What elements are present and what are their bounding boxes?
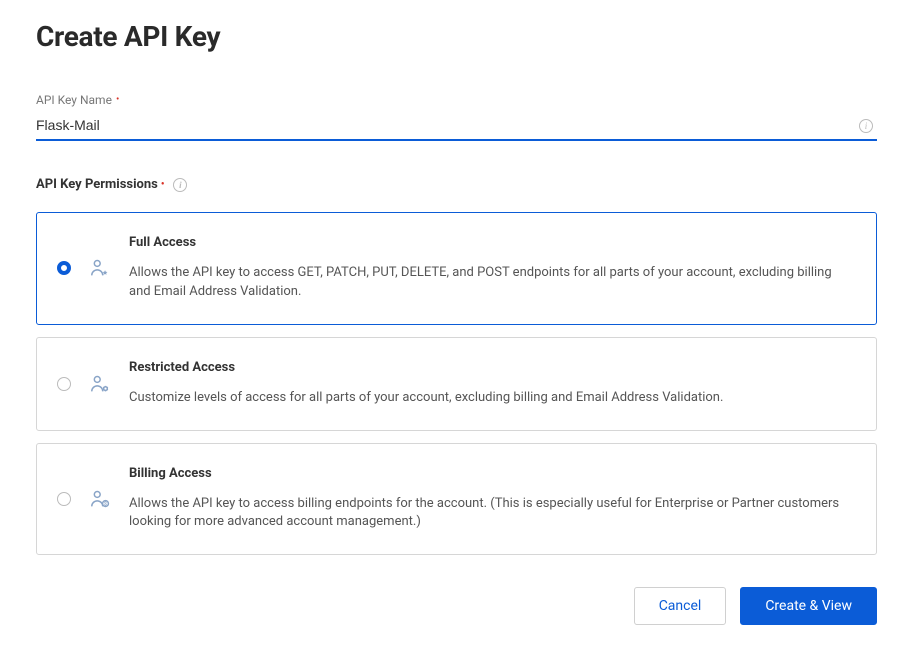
permissions-label-text: API Key Permissions xyxy=(36,177,158,192)
user-dollar-icon: $ xyxy=(89,488,111,510)
api-key-name-label-text: API Key Name xyxy=(36,93,112,107)
user-star-icon xyxy=(89,257,111,279)
permissions-label: API Key Permissions• i xyxy=(36,177,877,192)
option-full-access-title: Full Access xyxy=(129,235,852,250)
option-billing-access[interactable]: $ Billing Access Allows the API key to a… xyxy=(36,443,877,556)
radio-billing-access[interactable] xyxy=(57,492,71,506)
page-title: Create API Key xyxy=(36,20,877,53)
user-gear-icon xyxy=(89,373,111,395)
required-indicator-icon: • xyxy=(116,95,119,105)
api-key-name-input[interactable] xyxy=(36,111,877,141)
required-indicator-icon: • xyxy=(161,180,165,190)
option-billing-access-content: Billing Access Allows the API key to acc… xyxy=(129,466,852,533)
api-key-name-field: API Key Name • i xyxy=(36,93,877,141)
option-full-access[interactable]: Full Access Allows the API key to access… xyxy=(36,212,877,325)
info-icon[interactable]: i xyxy=(859,119,873,133)
footer-actions: Cancel Create & View xyxy=(36,587,877,625)
svg-text:$: $ xyxy=(104,500,107,507)
option-restricted-access-desc: Customize levels of access for all parts… xyxy=(129,389,852,408)
api-key-name-input-wrapper: i xyxy=(36,111,877,141)
option-restricted-access-content: Restricted Access Customize levels of ac… xyxy=(129,360,852,408)
api-key-name-label: API Key Name • xyxy=(36,93,877,107)
option-restricted-access-title: Restricted Access xyxy=(129,360,852,375)
option-restricted-access[interactable]: Restricted Access Customize levels of ac… xyxy=(36,337,877,431)
option-full-access-desc: Allows the API key to access GET, PATCH,… xyxy=(129,264,852,302)
create-view-button[interactable]: Create & View xyxy=(740,587,877,625)
radio-restricted-access[interactable] xyxy=(57,377,71,391)
cancel-button[interactable]: Cancel xyxy=(634,587,727,625)
option-billing-access-title: Billing Access xyxy=(129,466,852,481)
option-billing-access-desc: Allows the API key to access billing end… xyxy=(129,495,852,533)
permissions-options: Full Access Allows the API key to access… xyxy=(36,212,877,555)
option-full-access-content: Full Access Allows the API key to access… xyxy=(129,235,852,302)
radio-full-access[interactable] xyxy=(57,261,71,275)
info-icon[interactable]: i xyxy=(173,178,187,192)
